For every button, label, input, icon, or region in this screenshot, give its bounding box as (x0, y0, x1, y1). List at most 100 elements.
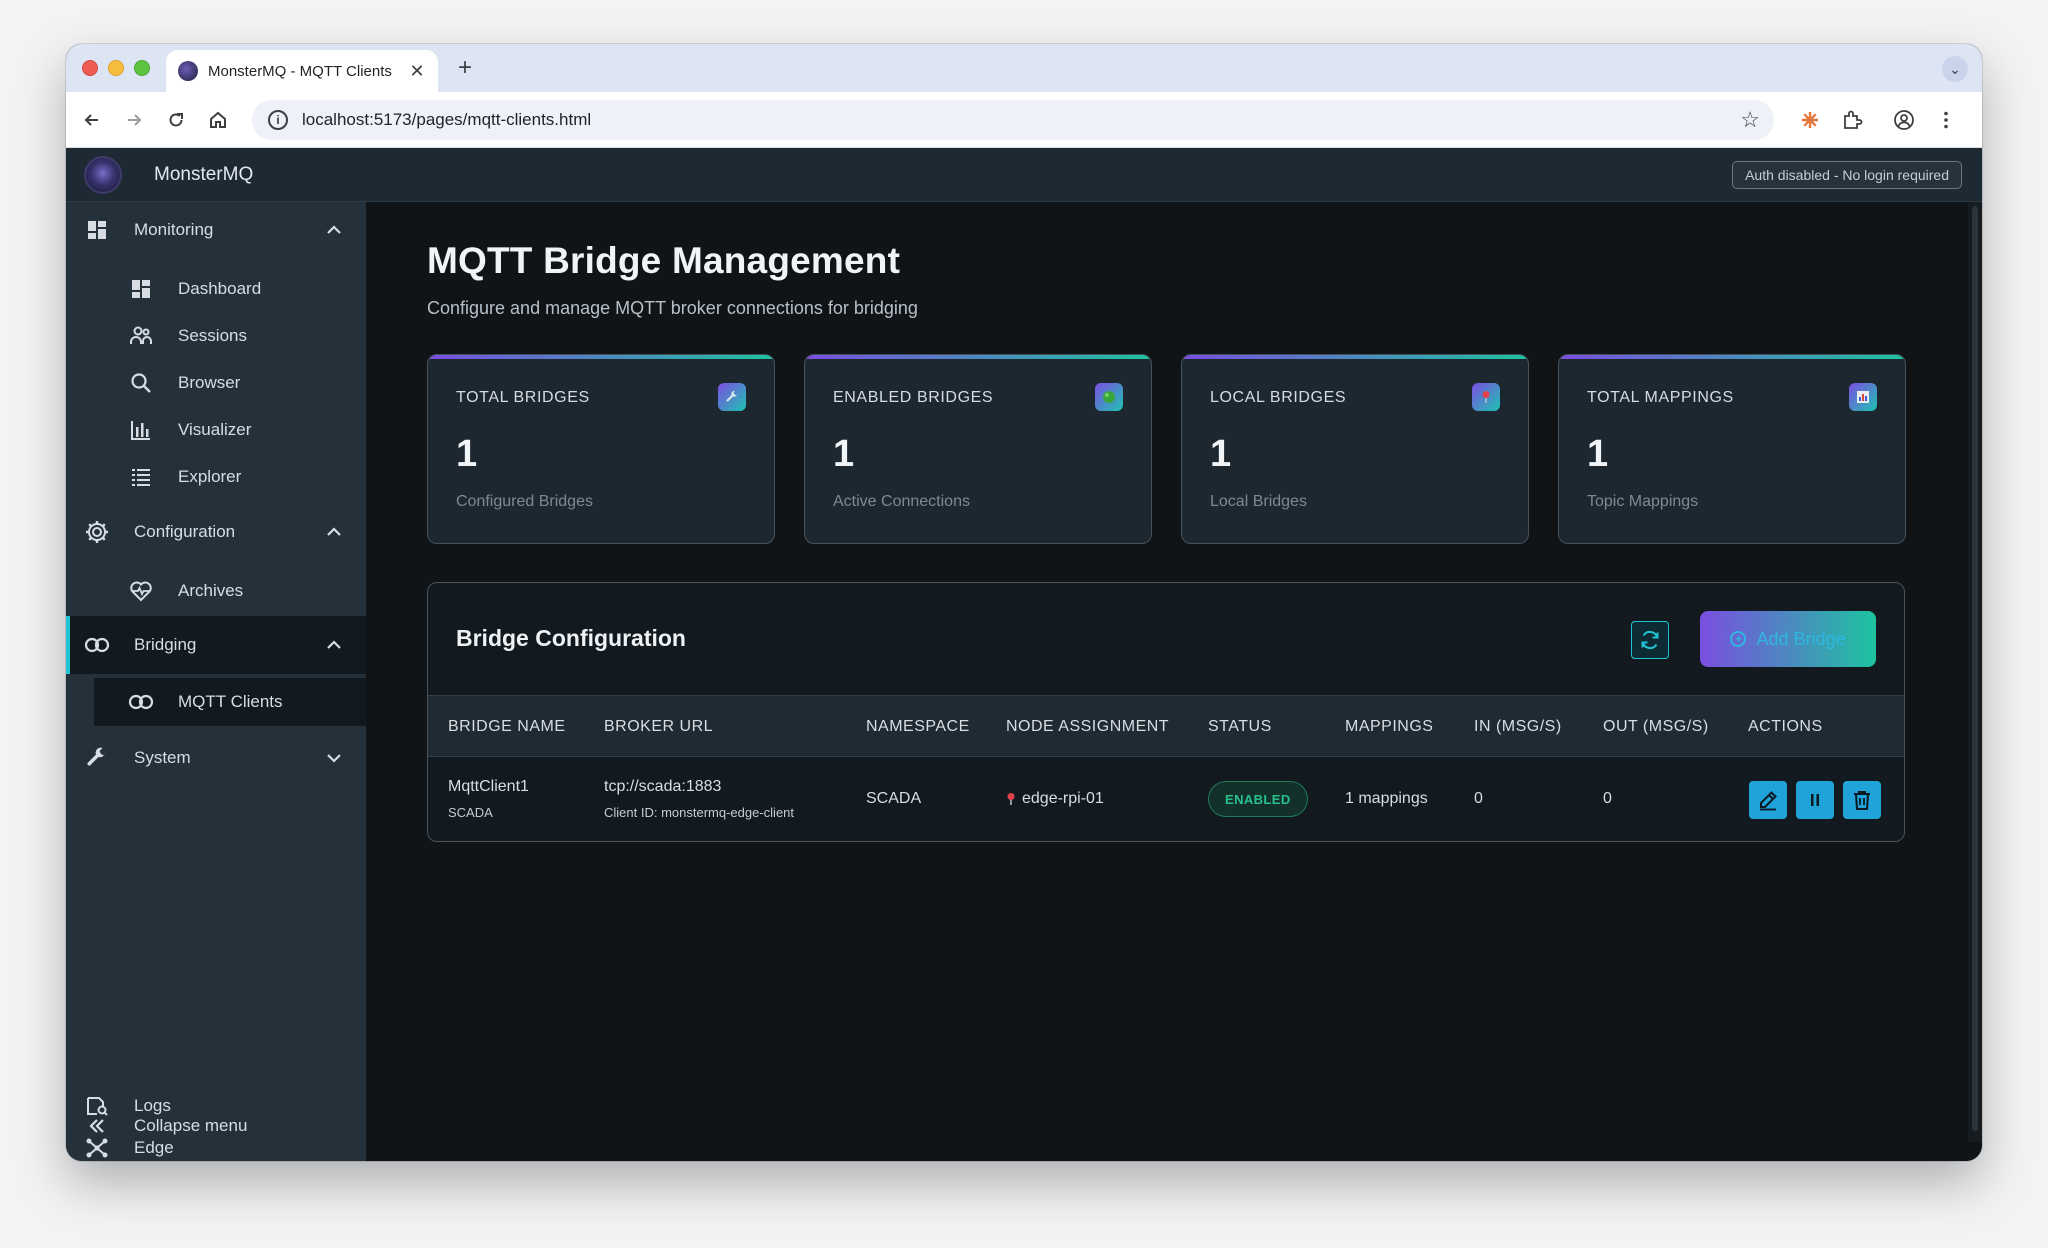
wrench-icon (718, 383, 746, 411)
stat-description: Topic Mappings (1587, 493, 1699, 510)
close-window-button[interactable] (82, 60, 98, 76)
sidebar-item-label: Sessions (178, 326, 247, 345)
sidebar-group-bridging[interactable]: Bridging (66, 616, 366, 674)
new-tab-button[interactable]: + (452, 54, 478, 82)
pin-icon (1006, 792, 1016, 806)
sidebar-item-label: Archives (178, 581, 244, 600)
refresh-icon (1638, 628, 1662, 652)
browser-toolbar: i localhost:5173/pages/mqtt-clients.html… (66, 92, 1982, 148)
app-title: MonsterMQ (154, 164, 254, 185)
broker-url: tcp://scada:1883 (604, 778, 722, 795)
chevron-down-icon (326, 753, 342, 763)
sidebar-item-archives[interactable]: Archives (66, 568, 366, 614)
users-icon (128, 323, 154, 349)
chevron-up-icon (326, 527, 342, 537)
sidebar-item-label: Collapse menu (134, 1116, 248, 1135)
sidebar-group-configuration[interactable]: Configuration (66, 508, 366, 556)
double-chevron-left-icon (84, 1113, 110, 1139)
stat-label: LOCAL BRIDGES (1210, 389, 1347, 406)
browser-menu-icon[interactable] (1932, 106, 1960, 134)
sidebar-item-label: Dashboard (178, 279, 262, 298)
page-title: MQTT Bridge Management (427, 240, 901, 281)
main-scrollbar[interactable] (1968, 202, 1982, 1142)
panel-title: Bridge Configuration (456, 625, 686, 651)
bookmark-star-icon[interactable]: ☆ (1740, 107, 1760, 133)
sidebar-item-label: Explorer (178, 467, 242, 486)
sidebar-item-label: MQTT Clients (178, 692, 283, 711)
mappings-count: 1 mappings (1345, 790, 1428, 807)
sidebar-item-mqtt-clients[interactable]: MQTT Clients (94, 678, 366, 726)
tab-close-icon[interactable]: ✕ (408, 61, 426, 82)
sidebar-group-label: System (134, 748, 191, 767)
refresh-button[interactable] (1631, 621, 1669, 659)
column-header[interactable]: BROKER URL (604, 718, 713, 736)
delete-button[interactable] (1843, 781, 1881, 819)
back-button[interactable] (78, 106, 106, 134)
bridge-name: MqttClient1 (448, 778, 529, 795)
pin-icon (1472, 383, 1500, 411)
stat-value: 1 (1587, 433, 1609, 475)
url-text: localhost:5173/pages/mqtt-clients.html (302, 110, 592, 129)
column-header[interactable]: IN (MSG/S) (1474, 718, 1562, 736)
stat-label: TOTAL BRIDGES (456, 389, 590, 406)
monstermq-logo[interactable] (84, 156, 122, 194)
sidebar-group-system[interactable]: System (66, 734, 366, 782)
dashboard-grid-icon (84, 217, 110, 243)
heart-pulse-icon (128, 578, 154, 604)
column-header[interactable]: MAPPINGS (1345, 718, 1433, 736)
page-subtitle: Configure and manage MQTT broker connect… (427, 298, 918, 318)
table-row[interactable]: MqttClient1 SCADA tcp://scada:1883 Clien… (428, 757, 1904, 841)
sidebar-item-explorer[interactable]: Explorer (66, 454, 366, 500)
dashboard-icon (128, 276, 154, 302)
link-icon (128, 689, 154, 715)
collapse-menu-button[interactable]: Collapse menu (66, 1106, 366, 1146)
maximize-window-button[interactable] (134, 60, 150, 76)
sidebar-item-browser[interactable]: Browser (66, 360, 366, 406)
stat-card-local-bridges: LOCAL BRIDGES 1 Local Bridges (1181, 354, 1529, 544)
favicon-icon (178, 61, 198, 81)
table-header: BRIDGE NAME BROKER URL NAMESPACE NODE AS… (428, 695, 1904, 757)
stat-card-enabled-bridges: ENABLED BRIDGES 1 Active Connections (804, 354, 1152, 544)
column-header[interactable]: BRIDGE NAME (448, 718, 566, 736)
stat-description: Active Connections (833, 493, 970, 510)
address-bar[interactable]: i localhost:5173/pages/mqtt-clients.html… (252, 100, 1774, 140)
sidebar-item-visualizer[interactable]: Visualizer (66, 407, 366, 453)
column-header[interactable]: OUT (MSG/S) (1603, 718, 1709, 736)
stat-value: 1 (1210, 433, 1232, 475)
sidebar-item-label: Browser (178, 373, 241, 392)
column-header[interactable]: NODE ASSIGNMENT (1006, 718, 1169, 736)
stat-label: ENABLED BRIDGES (833, 389, 994, 406)
sidebar-item-label: Visualizer (178, 420, 252, 439)
plus-circle-icon: + (1730, 631, 1747, 647)
column-header[interactable]: NAMESPACE (866, 718, 970, 736)
edit-pencil-icon (1757, 789, 1779, 811)
profile-icon[interactable] (1890, 106, 1918, 134)
search-icon (128, 370, 154, 396)
column-header[interactable]: STATUS (1208, 718, 1272, 736)
pause-button[interactable] (1796, 781, 1834, 819)
sidebar-item-sessions[interactable]: Sessions (66, 313, 366, 359)
add-bridge-label: Add Bridge (1756, 628, 1846, 649)
tab-search-button[interactable]: ⌄ (1942, 56, 1968, 82)
namespace: SCADA (866, 790, 922, 807)
extension-icon[interactable] (1796, 106, 1824, 134)
edit-button[interactable] (1749, 781, 1787, 819)
site-info-icon[interactable]: i (268, 110, 288, 130)
stat-value: 1 (456, 433, 478, 475)
reload-button[interactable] (162, 106, 190, 134)
stat-card-total-mappings: TOTAL MAPPINGS 1 Topic Mappings (1558, 354, 1906, 544)
pause-icon (1807, 792, 1823, 808)
sidebar-item-dashboard[interactable]: Dashboard (66, 266, 366, 312)
in-rate: 0 (1474, 790, 1483, 807)
add-bridge-button[interactable]: + Add Bridge (1700, 611, 1876, 667)
tab-strip: MonsterMQ - MQTT Clients ✕ + ⌄ (66, 44, 1982, 92)
wrench-icon (84, 745, 110, 771)
sidebar-group-monitoring[interactable]: Monitoring (66, 206, 366, 254)
sidebar-group-label: Configuration (134, 522, 236, 541)
home-button[interactable] (204, 106, 232, 134)
browser-tab[interactable]: MonsterMQ - MQTT Clients ✕ (166, 50, 438, 92)
minimize-window-button[interactable] (108, 60, 124, 76)
stat-card-total-bridges: TOTAL BRIDGES 1 Configured Bridges (427, 354, 775, 544)
forward-button[interactable] (120, 106, 148, 134)
extensions-puzzle-icon[interactable] (1838, 106, 1866, 134)
